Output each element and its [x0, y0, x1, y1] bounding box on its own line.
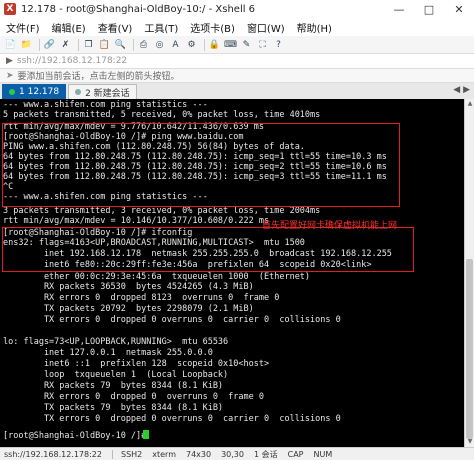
terminal-line: inet6 ::1 prefixlen 128 scopeid 0x10<hos…: [3, 359, 270, 369]
toolbar-divider: [133, 38, 134, 51]
menu-tools[interactable]: 工具(T): [144, 20, 178, 35]
terminal-line: RX errors 0 dropped 8123 overruns 0 fram…: [3, 293, 280, 303]
menu-tabs[interactable]: 选项卡(B): [190, 20, 235, 35]
status-address: ssh://192.168.12.178:22: [4, 449, 102, 459]
terminal-line: --- www.a.shifen.com ping statistics ---: [3, 100, 208, 110]
menu-file[interactable]: 文件(F): [6, 20, 40, 35]
terminal-line: TX packets 20792 bytes 2298079 (2.1 MiB): [3, 304, 254, 314]
toolbar-divider: [78, 38, 79, 51]
menu-edit[interactable]: 编辑(E): [52, 20, 86, 35]
scroll-thumb[interactable]: [466, 259, 473, 439]
copy-icon[interactable]: ❐: [82, 38, 95, 51]
maximize-icon[interactable]: □: [414, 0, 444, 18]
xshell-icon: X: [4, 3, 16, 15]
find-icon[interactable]: 🔍: [114, 38, 127, 51]
status-protocol: SSH2: [120, 449, 143, 459]
fullscreen-icon[interactable]: ⛶: [256, 38, 269, 51]
status-divider: [111, 449, 113, 459]
toolbar-divider: [39, 38, 40, 51]
status-sessions: 1 会话: [253, 449, 278, 459]
address-bar[interactable]: ▶ ssh://192.168.12.178:22: [0, 54, 474, 69]
window-controls: — □ ✕: [384, 0, 474, 18]
terminal-line: TX errors 0 dropped 0 overruns 0 carrier…: [3, 315, 341, 325]
script-icon[interactable]: ✎: [240, 38, 253, 51]
status-bar: ssh://192.168.12.178:22 SSH2 xterm 74x30…: [0, 447, 474, 460]
ping-highlight-box: [2, 123, 400, 207]
terminal-line: loop txqueuelen 1 (Local Loopback): [3, 370, 229, 380]
font-icon[interactable]: A: [169, 38, 182, 51]
close-icon[interactable]: ✕: [444, 0, 474, 18]
paste-icon[interactable]: 📋: [98, 38, 111, 51]
ifconfig-highlight-box: [2, 227, 414, 272]
globe-icon[interactable]: ◎: [153, 38, 166, 51]
tab-session-2[interactable]: 2 新建会话: [68, 84, 137, 99]
terminal-line: 3 packets transmitted, 3 received, 0% pa…: [3, 206, 321, 216]
status-terminal-type: xterm: [152, 449, 176, 459]
lock-icon[interactable]: 🔒: [208, 38, 221, 51]
status-cursor-pos: 30,30: [221, 449, 244, 459]
disconnect-icon[interactable]: ✗: [59, 38, 72, 51]
connected-icon: [9, 89, 15, 95]
menu-view[interactable]: 查看(V): [98, 20, 133, 35]
toolbar-divider: [204, 38, 205, 51]
address-text: ssh://192.168.12.178:22: [16, 56, 128, 66]
tab-session-1[interactable]: 1 12.178: [2, 84, 67, 99]
print-icon[interactable]: ⎙: [137, 38, 150, 51]
open-folder-icon[interactable]: 📁: [20, 38, 33, 51]
terminal-cursor: [143, 430, 149, 439]
title-bar: X 12.178 - root@Shanghai-OldBoy-10:/ - X…: [0, 0, 474, 18]
terminal-line: 5 packets transmitted, 5 received, 0% pa…: [3, 110, 321, 120]
terminal-line: TX packets 79 bytes 8344 (8.1 KiB): [3, 403, 224, 413]
keyboard-icon[interactable]: ⌨: [224, 38, 237, 51]
tab-navigation[interactable]: ◀ ▶: [453, 85, 470, 95]
terminal-prompt: [root@Shanghai-OldBoy-10 /]#: [3, 431, 152, 441]
arrow-icon[interactable]: ➤: [6, 71, 14, 81]
tab-bar: 1 12.178 2 新建会话 ◀ ▶: [0, 83, 474, 99]
session-icon: ▶: [6, 56, 13, 66]
scroll-up-icon[interactable]: ▲: [466, 100, 474, 108]
settings-icon[interactable]: ⚙: [185, 38, 198, 51]
help-icon[interactable]: ?: [272, 38, 285, 51]
toolbar: 📄 📁 🔗 ✗ ❐ 📋 🔍 ⎙ ◎ A ⚙ 🔒 ⌨ ✎ ⛶ ?: [0, 36, 474, 54]
menu-help[interactable]: 帮助(H): [297, 20, 332, 35]
menu-bar: 文件(F) 编辑(E) 查看(V) 工具(T) 选项卡(B) 窗口(W) 帮助(…: [0, 18, 474, 36]
session-hint-bar: ➤ 要添加当前会话，点击左侧的箭头按钮。: [0, 69, 474, 83]
terminal-line: rtt min/avg/max/mdev = 10.146/10.377/10.…: [3, 216, 270, 226]
minimize-icon[interactable]: —: [384, 0, 414, 18]
terminal-line: RX packets 36530 bytes 4524265 (4.3 MiB): [3, 282, 254, 292]
status-num: NUM: [313, 449, 333, 459]
scrollbar[interactable]: ▲ ▼: [464, 99, 474, 447]
session-icon: [75, 89, 82, 95]
terminal-line: ether 00:0c:29:3e:45:6a txqueuelen 1000 …: [3, 272, 311, 282]
session-hint-text: 要添加当前会话，点击左侧的箭头按钮。: [17, 72, 180, 82]
terminal-line: TX errors 0 dropped 0 overruns 0 carrier…: [3, 414, 341, 424]
status-caps: CAP: [287, 449, 304, 459]
terminal-line: RX packets 79 bytes 8344 (8.1 KiB): [3, 381, 224, 391]
tab-label: 1 12.178: [19, 87, 60, 97]
link-icon[interactable]: 🔗: [43, 38, 56, 51]
terminal-line: inet 127.0.0.1 netmask 255.0.0.0: [3, 348, 213, 358]
tab-label: 2 新建会话: [85, 88, 130, 99]
new-session-icon[interactable]: 📄: [4, 38, 17, 51]
window-title: 12.178 - root@Shanghai-OldBoy-10:/ - Xsh…: [21, 3, 256, 15]
annotation-text: 首先配置好网卡确保虚拟机能上网: [262, 221, 398, 231]
menu-window[interactable]: 窗口(W): [247, 20, 285, 35]
terminal-line: lo: flags=73<UP,LOOPBACK,RUNNING> mtu 65…: [3, 337, 229, 347]
scroll-down-icon[interactable]: ▼: [466, 438, 474, 446]
status-size: 74x30: [185, 449, 212, 459]
terminal-line: RX errors 0 dropped 0 overruns 0 frame 0: [3, 392, 264, 402]
